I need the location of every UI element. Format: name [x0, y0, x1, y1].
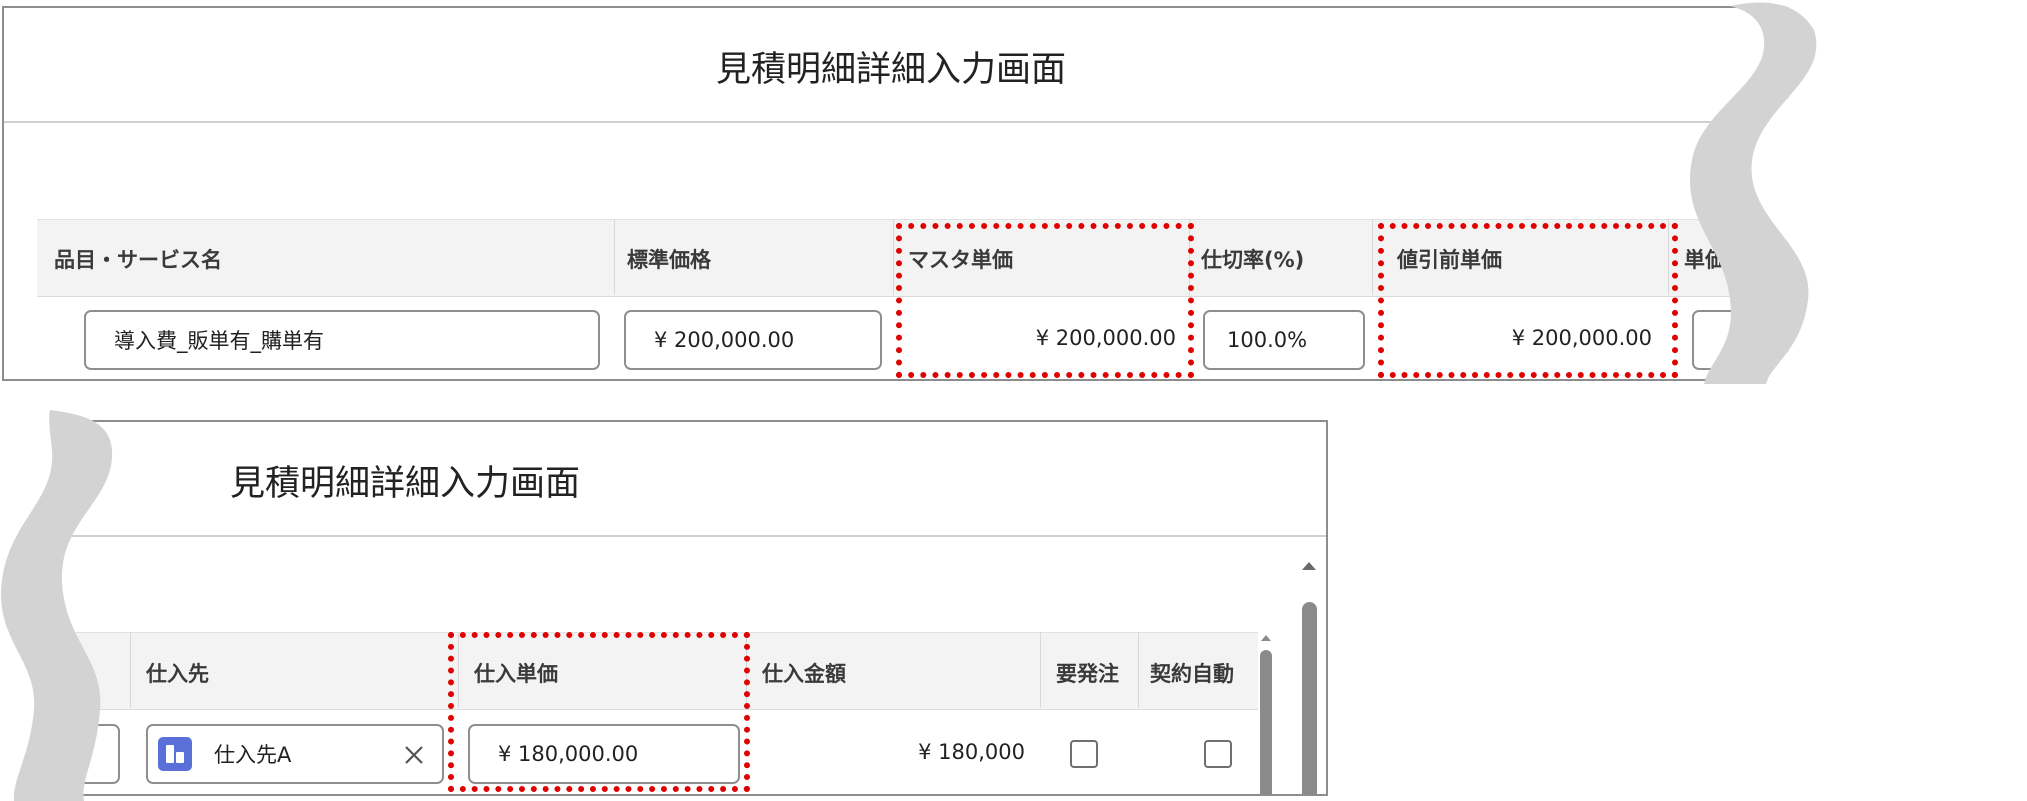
inner-scrollbar-thumb[interactable]	[1260, 650, 1272, 794]
page-title: 見積明細詳細入力画面	[230, 464, 581, 504]
header-contract-auto: 契約自動	[1150, 662, 1234, 686]
header-item-name: 品目・サービス名	[54, 248, 222, 272]
standard-price-field[interactable]: ¥ 200,000.00	[624, 310, 882, 370]
pre-discount-unit-price-value: ¥ 200,000.00	[1511, 326, 1652, 350]
column-separator	[1040, 632, 1041, 708]
header-purchase-unit-price: 仕入単価	[474, 662, 558, 686]
item-name-field[interactable]: 導入費_販単有_購単有	[84, 310, 600, 370]
bottom-screen-panel: 見積明細詳細入力画面 仕入先 仕入単価 仕入金額 要発注 契約自動 仕入先A ¥…	[28, 420, 1328, 796]
divider	[4, 121, 1787, 123]
record-icon	[158, 737, 192, 771]
chevron-up-icon[interactable]	[1294, 552, 1324, 582]
column-separator	[1668, 219, 1669, 295]
outer-scrollbar-thumb[interactable]	[1302, 602, 1317, 794]
column-separator	[130, 632, 131, 708]
page-title: 見積明細詳細入力画面	[716, 50, 1067, 90]
partition-rate-field[interactable]: 100.0%	[1203, 310, 1365, 370]
chevron-up-icon[interactable]	[1256, 628, 1276, 648]
supplier-name: 仕入先A	[214, 743, 292, 767]
column-separator	[893, 219, 894, 295]
header-pre-discount-unit-price: 値引前単価	[1397, 248, 1502, 272]
torn-edge-left	[0, 410, 113, 801]
column-separator	[1372, 219, 1373, 295]
inner-scrollbar[interactable]	[1256, 628, 1276, 794]
column-separator	[746, 632, 747, 708]
close-icon[interactable]	[402, 743, 426, 767]
top-screen-panel: 見積明細詳細入力画面 品目・サービス名 標準価格 マスタ単価 仕切率(%) 値引…	[2, 6, 1789, 381]
header-order-required: 要発注	[1056, 662, 1119, 686]
contract-auto-checkbox[interactable]	[1204, 740, 1232, 768]
header-master-unit-price: マスタ単価	[908, 248, 1013, 272]
order-required-checkbox[interactable]	[1070, 740, 1098, 768]
torn-edge-right	[1690, 0, 1825, 384]
column-separator	[1189, 219, 1190, 295]
header-supplier: 仕入先	[146, 662, 209, 686]
supplier-lookup-field[interactable]: 仕入先A	[146, 724, 444, 784]
column-separator	[1138, 632, 1139, 708]
divider	[30, 535, 1326, 537]
outer-scrollbar[interactable]	[1294, 552, 1324, 794]
purchase-amount-value: ¥ 180,000	[918, 740, 1025, 764]
header-standard-price: 標準価格	[627, 248, 711, 272]
column-separator	[458, 632, 459, 708]
column-separator	[614, 219, 615, 295]
master-unit-price-value: ¥ 200,000.00	[1035, 326, 1176, 350]
purchase-unit-price-field[interactable]: ¥ 180,000.00	[468, 724, 740, 784]
header-purchase-amount: 仕入金額	[762, 662, 846, 686]
header-partition-rate: 仕切率(%)	[1201, 248, 1305, 272]
